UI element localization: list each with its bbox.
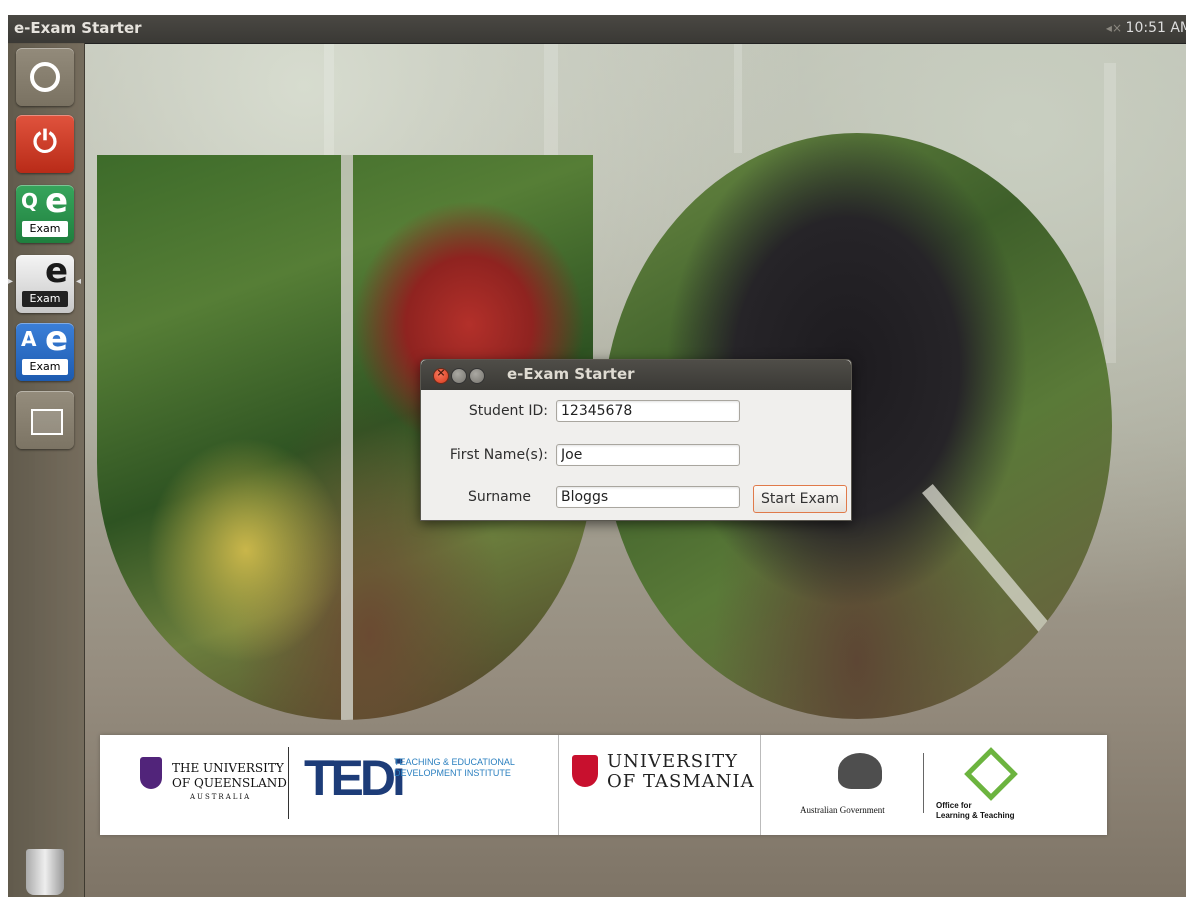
tedi-text: TEACHING & EDUCATIONAL DEVELOPMENT INSTI… — [394, 757, 515, 779]
uq-crest-icon — [140, 757, 162, 789]
surname-input[interactable] — [556, 486, 740, 508]
close-button[interactable]: × — [433, 366, 449, 384]
exam-starter-dialog: × e-Exam Starter Student ID: First Name(… — [420, 359, 852, 521]
tedi-line1: TEACHING & EDUCATIONAL — [394, 757, 515, 767]
e-exam-icon: e — [44, 255, 68, 291]
tedi-divider — [288, 747, 289, 819]
ae-exam-launcher[interactable]: A e Exam — [16, 323, 74, 381]
panel-app-title: e-Exam Starter — [14, 19, 142, 37]
australian-coat-of-arms-icon — [838, 753, 882, 789]
qe-exam-launcher[interactable]: Q e Exam — [16, 185, 74, 243]
start-exam-button[interactable]: Start Exam — [753, 485, 847, 513]
olt-line2: Learning & Teaching — [936, 811, 1015, 820]
utas-logo-text: UNIVERSITY OF TASMANIA — [607, 752, 755, 792]
ubuntu-logo-icon — [30, 62, 60, 92]
volume-muted-icon[interactable]: ◂× — [1106, 21, 1122, 35]
uq-sub: AUSTRALIA — [190, 793, 252, 801]
logo-separator — [760, 735, 761, 835]
qe-letter: Q — [21, 189, 39, 213]
exam-caption: Exam — [22, 291, 68, 307]
e-exam-launcher[interactable]: e Exam — [16, 255, 74, 313]
power-icon: ⏻ — [33, 125, 57, 160]
dialog-title: e-Exam Starter — [507, 365, 635, 383]
tedi-logo: TEDi — [304, 750, 406, 806]
tedi-line2: DEVELOPMENT INSTITUTE — [394, 768, 511, 778]
dialog-titlebar[interactable]: × e-Exam Starter — [421, 360, 851, 390]
sponsor-logo-bar: THE UNIVERSITY OF QUEENSLAND AUSTRALIA T… — [100, 735, 1107, 835]
utas-crest-icon — [572, 755, 598, 787]
uq-logo-text: THE UNIVERSITY OF QUEENSLAND — [172, 761, 287, 791]
uq-line1: THE UNIVERSITY — [172, 761, 284, 775]
top-panel: e-Exam Starter ◂× 10:51 AM — [8, 15, 1186, 44]
student-id-label: Student ID: — [468, 403, 548, 419]
surname-label: Surname — [468, 489, 531, 505]
dash-button[interactable] — [16, 48, 74, 106]
uq-line2: OF QUEENSLAND — [172, 776, 287, 790]
wallpaper-trunk — [734, 43, 742, 153]
desktop-screen: THE UNIVERSITY OF QUEENSLAND AUSTRALIA T… — [8, 15, 1186, 897]
utas-line1: UNIVERSITY — [607, 751, 739, 772]
clock[interactable]: 10:51 AM — [1126, 20, 1186, 36]
olt-divider — [923, 753, 924, 813]
window-icon — [31, 409, 63, 435]
launcher: ⏻ Q e Exam ▸ e Exam ◂ A e Exam — [8, 43, 85, 897]
maximize-button[interactable] — [469, 368, 485, 384]
shutdown-button[interactable]: ⏻ — [16, 115, 74, 173]
trash-icon — [26, 849, 64, 895]
photo-divider — [341, 155, 353, 720]
focus-indicator-icon: ◂ — [76, 276, 82, 287]
ae-letter: A — [21, 327, 37, 351]
e-exam-icon: e — [44, 323, 68, 359]
minimize-button[interactable] — [451, 368, 467, 384]
utas-line2: OF TASMANIA — [607, 771, 755, 792]
surname-row: Surname Start Exam — [421, 485, 851, 516]
first-name-label: First Name(s): — [449, 447, 548, 463]
olt-line1: Office for — [936, 801, 972, 810]
logo-separator — [558, 735, 559, 835]
wallpaper-trunk — [1104, 63, 1116, 363]
workspace-button[interactable] — [16, 391, 74, 449]
student-id-row: Student ID: — [421, 400, 851, 430]
wallpaper-trunk — [544, 43, 558, 163]
olt-diamond-icon — [964, 747, 1018, 801]
trash-button[interactable] — [22, 843, 68, 897]
aus-gov-text: Australian Government — [800, 805, 885, 815]
active-indicator-icon: ▸ — [8, 276, 14, 287]
close-icon: × — [436, 366, 446, 379]
olt-text: Office for Learning & Teaching — [936, 801, 1015, 821]
exam-caption: Exam — [22, 359, 68, 375]
exam-caption: Exam — [22, 221, 68, 237]
first-name-row: First Name(s): — [421, 444, 851, 474]
student-id-input[interactable] — [556, 400, 740, 422]
first-name-input[interactable] — [556, 444, 740, 466]
e-exam-icon: e — [44, 185, 68, 221]
